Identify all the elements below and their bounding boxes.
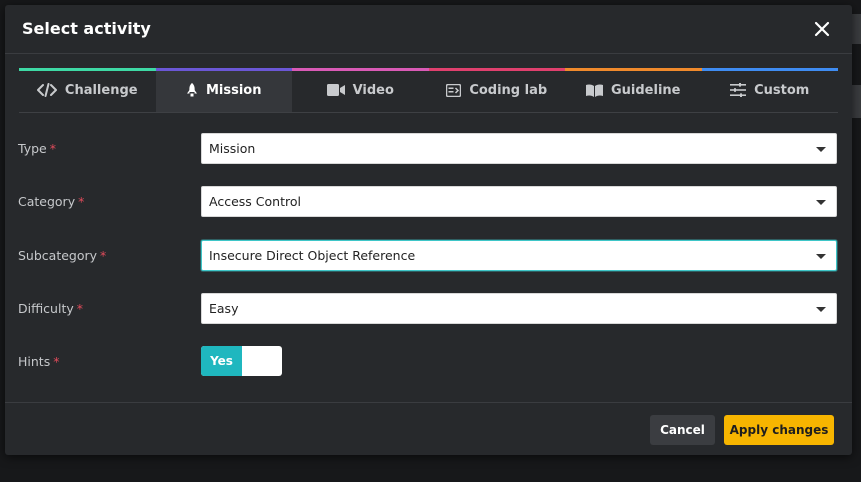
- tab-custom[interactable]: Custom: [701, 68, 838, 112]
- tab-mission-color-bar: [155, 68, 292, 71]
- code-icon: [36, 83, 57, 97]
- type-value: Mission: [209, 141, 256, 156]
- activity-tabs: Challenge Mission Video Coding lab Guide…: [19, 68, 838, 113]
- chevron-down-icon: [816, 200, 826, 205]
- difficulty-select[interactable]: Easy: [201, 293, 837, 324]
- background-panel-right-lower: [852, 85, 861, 118]
- subcategory-label: Subcategory *: [18, 248, 106, 264]
- tab-label: Video: [352, 82, 394, 98]
- close-button[interactable]: [812, 19, 832, 39]
- subcategory-select[interactable]: Insecure Direct Object Reference: [201, 240, 837, 271]
- modal-title: Select activity: [22, 19, 151, 38]
- tab-video-color-bar: [292, 68, 429, 71]
- hints-toggle-on-label: Yes: [201, 346, 242, 376]
- category-select[interactable]: Access Control: [201, 186, 837, 217]
- chevron-down-icon: [816, 307, 826, 312]
- category-value: Access Control: [209, 194, 301, 209]
- tab-label: Custom: [754, 82, 810, 98]
- tab-coding-lab[interactable]: Coding lab: [428, 68, 565, 112]
- chevron-down-icon: [816, 254, 826, 259]
- type-select[interactable]: Mission: [201, 133, 837, 164]
- background-panel-right: [852, 14, 861, 44]
- required-mark: *: [76, 301, 83, 316]
- difficulty-value: Easy: [209, 301, 239, 316]
- apply-changes-button[interactable]: Apply changes: [724, 415, 834, 445]
- rocket-icon: [186, 82, 198, 98]
- type-label: Type *: [18, 141, 56, 157]
- tab-mission[interactable]: Mission: [155, 68, 292, 112]
- category-label-text: Category: [18, 194, 76, 209]
- tab-coding-lab-color-bar: [428, 68, 565, 71]
- tab-label: Challenge: [64, 82, 138, 98]
- cancel-button[interactable]: Cancel: [650, 415, 715, 445]
- hints-toggle[interactable]: Yes: [201, 346, 282, 376]
- category-label: Category *: [18, 194, 84, 210]
- type-row: Type * Mission: [18, 133, 837, 165]
- category-row: Category * Access Control: [18, 186, 837, 218]
- chevron-down-icon: [816, 147, 826, 152]
- tab-label: Coding lab: [469, 82, 548, 98]
- hints-label-text: Hints: [18, 354, 51, 369]
- required-mark: *: [53, 354, 60, 369]
- modal-footer: Cancel Apply changes: [5, 402, 852, 456]
- subcategory-value: Insecure Direct Object Reference: [209, 248, 416, 263]
- select-activity-modal: Select activity Challenge Mission Video …: [5, 5, 852, 455]
- required-mark: *: [78, 194, 85, 209]
- hints-label: Hints *: [18, 354, 59, 370]
- tab-guideline[interactable]: Guideline: [565, 68, 702, 112]
- difficulty-label: Difficulty *: [18, 301, 83, 317]
- book-icon: [586, 83, 603, 97]
- required-mark: *: [100, 248, 107, 263]
- tab-challenge[interactable]: Challenge: [19, 68, 156, 112]
- tab-label: Mission: [205, 82, 262, 98]
- subcategory-row: Subcategory * Insecure Direct Object Refe…: [18, 240, 837, 272]
- terminal-icon: [446, 83, 462, 97]
- type-label-text: Type: [18, 141, 47, 156]
- close-icon: [814, 21, 830, 37]
- subcategory-label-text: Subcategory: [18, 248, 98, 263]
- tab-custom-color-bar: [701, 68, 838, 71]
- difficulty-label-text: Difficulty: [18, 301, 74, 316]
- hints-row: Hints * Yes: [18, 346, 837, 378]
- sliders-icon: [730, 83, 747, 97]
- tab-guideline-color-bar: [565, 68, 702, 71]
- video-camera-icon: [326, 84, 345, 96]
- tab-label: Guideline: [611, 82, 681, 98]
- tab-video[interactable]: Video: [292, 68, 429, 112]
- required-mark: *: [49, 141, 56, 156]
- tab-challenge-color-bar: [19, 68, 156, 71]
- modal-header: Select activity: [5, 5, 852, 54]
- difficulty-row: Difficulty * Easy: [18, 293, 837, 325]
